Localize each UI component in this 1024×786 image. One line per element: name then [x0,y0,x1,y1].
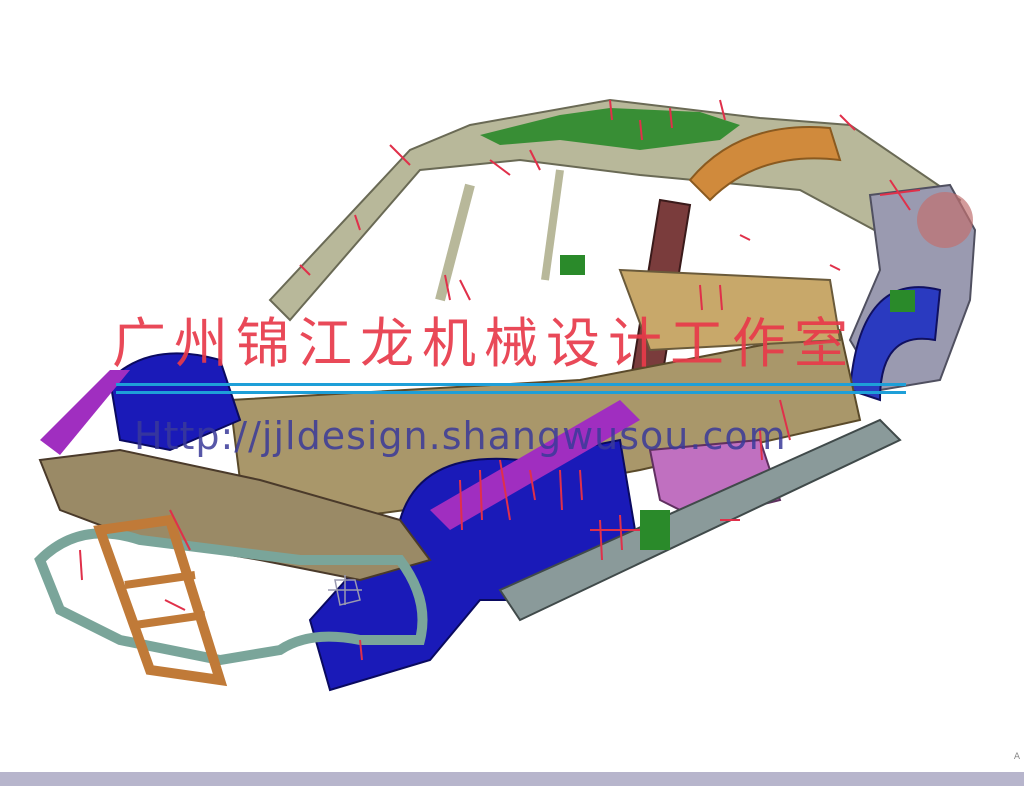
watermark-line-top [116,383,906,386]
watermark-line-bottom [116,391,906,394]
green-bracket-2 [560,255,585,275]
cad-viewport[interactable]: 广州锦江龙机械设计工作室 Http://jjldesign.shangwusou… [0,0,1024,772]
watermark-url: Http://jjldesign.shangwusou.com [134,414,787,458]
car-body-model[interactable] [0,0,1024,772]
green-bracket-3 [890,290,915,312]
rear-lamp-housing [917,192,973,248]
watermark-title: 广州锦江龙机械设计工作室 [112,312,856,375]
bottom-status-bar [0,772,1024,786]
green-bracket-1 [640,510,670,550]
corner-mark: A [1013,752,1020,762]
